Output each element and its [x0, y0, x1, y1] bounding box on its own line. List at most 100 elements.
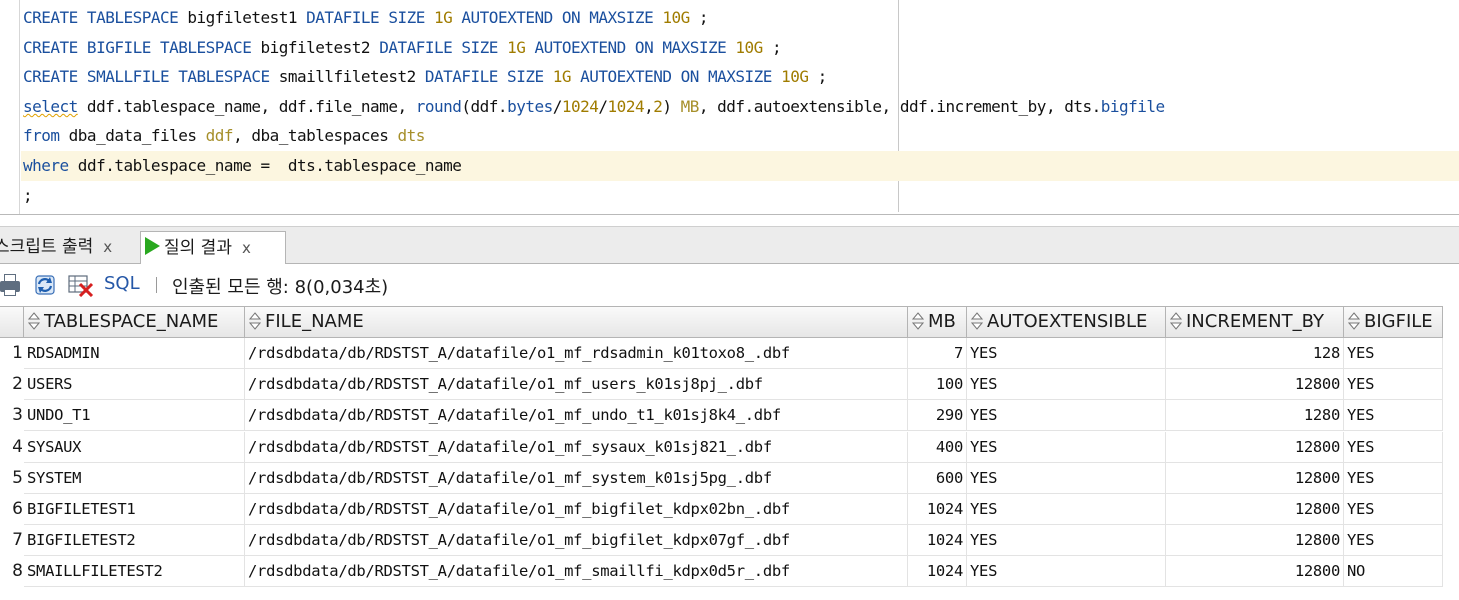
print-icon[interactable]: [0, 274, 22, 296]
code-line[interactable]: ;: [23, 181, 33, 211]
table-cell[interactable]: 1024: [908, 556, 967, 588]
table-cell[interactable]: /rdsdbdata/db/RDSTST_A/datafile/o1_mf_us…: [245, 369, 908, 401]
table-cell[interactable]: YES: [967, 431, 1166, 463]
code-line[interactable]: CREATE SMALLFILE TABLESPACE smaillfilete…: [23, 62, 827, 92]
table-cell[interactable]: /rdsdbdata/db/RDSTST_A/datafile/o1_mf_sy…: [245, 431, 908, 463]
column-header-tablespace-name[interactable]: TABLESPACE_NAME: [24, 306, 245, 338]
table-cell[interactable]: YES: [967, 369, 1166, 401]
table-cell[interactable]: 400: [908, 431, 967, 463]
tab-script-output[interactable]: 스크립트 출력 x: [0, 231, 132, 265]
result-grid[interactable]: TABLESPACE_NAME FILE_NAME MB AUTOEXTENSIBLE…: [0, 306, 1459, 600]
table-cell[interactable]: 600: [908, 462, 967, 494]
table-cell[interactable]: YES: [1344, 462, 1443, 494]
code-line[interactable]: where ddf.tablespace_name = dts.tablespa…: [21, 151, 1459, 181]
sql-button[interactable]: SQL: [104, 273, 140, 294]
code-token: bigfile: [1100, 96, 1165, 116]
column-header-label: FILE_NAME: [265, 311, 364, 332]
table-cell[interactable]: YES: [967, 494, 1166, 525]
table-cell[interactable]: 1280: [1166, 400, 1344, 432]
row-number-header: [0, 306, 24, 338]
table-cell[interactable]: SMAILLFILETEST2: [24, 556, 245, 588]
table-cell[interactable]: YES: [967, 400, 1166, 432]
column-header-file-name[interactable]: FILE_NAME: [245, 306, 908, 338]
table-cell[interactable]: /rdsdbdata/db/RDSTST_A/datafile/o1_mf_bi…: [245, 494, 908, 525]
code-token: 2: [653, 96, 663, 116]
sort-icon[interactable]: [911, 310, 925, 330]
table-cell[interactable]: 12800: [1166, 525, 1344, 557]
close-icon[interactable]: x: [103, 231, 112, 263]
code-token: /: [552, 96, 563, 116]
row-number[interactable]: 8: [0, 556, 23, 587]
row-number[interactable]: 6: [0, 494, 23, 525]
table-cell[interactable]: YES: [1344, 400, 1443, 432]
refresh-icon[interactable]: [32, 273, 58, 297]
close-icon[interactable]: x: [242, 232, 251, 264]
code-token: ,: [644, 96, 654, 116]
table-cell[interactable]: YES: [1344, 494, 1443, 525]
row-number[interactable]: 7: [0, 525, 23, 556]
table-cell[interactable]: YES: [967, 525, 1166, 557]
table-cell[interactable]: 12800: [1166, 556, 1344, 588]
table-cell[interactable]: SYSAUX: [24, 431, 245, 463]
row-number[interactable]: 5: [0, 463, 23, 494]
sort-icon[interactable]: [1347, 310, 1361, 330]
sort-icon[interactable]: [27, 310, 41, 330]
table-cell[interactable]: USERS: [24, 369, 245, 401]
table-cell[interactable]: YES: [1344, 369, 1443, 401]
table-cell[interactable]: UNDO_T1: [24, 400, 245, 432]
row-number[interactable]: 3: [0, 400, 23, 431]
table-cell[interactable]: YES: [967, 556, 1166, 588]
table-cell[interactable]: 100: [908, 369, 967, 401]
table-cell[interactable]: YES: [1344, 431, 1443, 463]
table-cell[interactable]: 1024: [908, 525, 967, 557]
table-cell[interactable]: /rdsdbdata/db/RDSTST_A/datafile/o1_mf_un…: [245, 400, 908, 432]
table-cell[interactable]: 290: [908, 400, 967, 432]
table-cell[interactable]: YES: [1344, 525, 1443, 557]
code-token: DATAFILE SIZE: [379, 37, 498, 57]
code-line[interactable]: CREATE TABLESPACE bigfiletest1 DATAFILE …: [23, 3, 709, 33]
table-cell[interactable]: /rdsdbdata/db/RDSTST_A/datafile/o1_mf_sy…: [245, 462, 908, 494]
table-cell[interactable]: YES: [967, 462, 1166, 494]
table-cell[interactable]: YES: [967, 338, 1166, 369]
code-token: ;: [689, 8, 709, 27]
code-token: ddf: [205, 126, 234, 146]
table-cell[interactable]: 12800: [1166, 494, 1344, 525]
code-line[interactable]: from dba_data_files ddf, dba_tablespaces…: [23, 121, 425, 151]
tab-query-result[interactable]: 질의 결과 x: [140, 231, 286, 265]
table-cell[interactable]: BIGFILETEST1: [24, 494, 245, 525]
sort-icon[interactable]: [970, 310, 984, 330]
table-cell[interactable]: RDSADMIN: [24, 338, 245, 369]
code-line[interactable]: select ddf.tablespace_name, ddf.file_nam…: [23, 92, 1165, 122]
code-token: ;: [808, 67, 828, 87]
table-cell[interactable]: /rdsdbdata/db/RDSTST_A/datafile/o1_mf_rd…: [245, 338, 908, 369]
table-cell[interactable]: SYSTEM: [24, 462, 245, 494]
column-header-mb[interactable]: MB: [908, 306, 967, 338]
code-token: ;: [762, 37, 782, 57]
column-header-label: AUTOEXTENSIBLE: [987, 311, 1148, 332]
column-header-autoextensible[interactable]: AUTOEXTENSIBLE: [967, 306, 1166, 338]
table-cell[interactable]: /rdsdbdata/db/RDSTST_A/datafile/o1_mf_bi…: [245, 525, 908, 557]
table-cell[interactable]: 1024: [908, 494, 967, 525]
code-line[interactable]: CREATE BIGFILE TABLESPACE bigfiletest2 D…: [23, 33, 782, 63]
code-token: 1G: [434, 8, 453, 27]
table-cell[interactable]: NO: [1344, 556, 1443, 588]
table-cell[interactable]: /rdsdbdata/db/RDSTST_A/datafile/o1_mf_sm…: [245, 556, 908, 588]
table-cell[interactable]: BIGFILETEST2: [24, 525, 245, 557]
sql-editor[interactable]: CREATE TABLESPACE bigfiletest1 DATAFILE …: [0, 0, 1459, 215]
table-cell[interactable]: 12800: [1166, 369, 1344, 401]
column-header-bigfile[interactable]: BIGFILE: [1344, 306, 1443, 338]
table-cell[interactable]: YES: [1344, 338, 1443, 369]
row-number[interactable]: 1: [0, 338, 23, 369]
sort-icon[interactable]: [1169, 310, 1183, 330]
cancel-fetch-icon[interactable]: [67, 273, 95, 297]
sort-icon[interactable]: [248, 310, 262, 330]
column-header-increment-by[interactable]: INCREMENT_BY: [1166, 306, 1344, 338]
row-number[interactable]: 2: [0, 369, 23, 400]
table-cell[interactable]: 7: [908, 338, 967, 369]
row-number[interactable]: 4: [0, 432, 23, 463]
table-cell[interactable]: 12800: [1166, 431, 1344, 463]
table-cell[interactable]: 128: [1166, 338, 1344, 369]
table-cell[interactable]: 12800: [1166, 462, 1344, 494]
code-token: DATAFILE SIZE: [306, 8, 425, 27]
